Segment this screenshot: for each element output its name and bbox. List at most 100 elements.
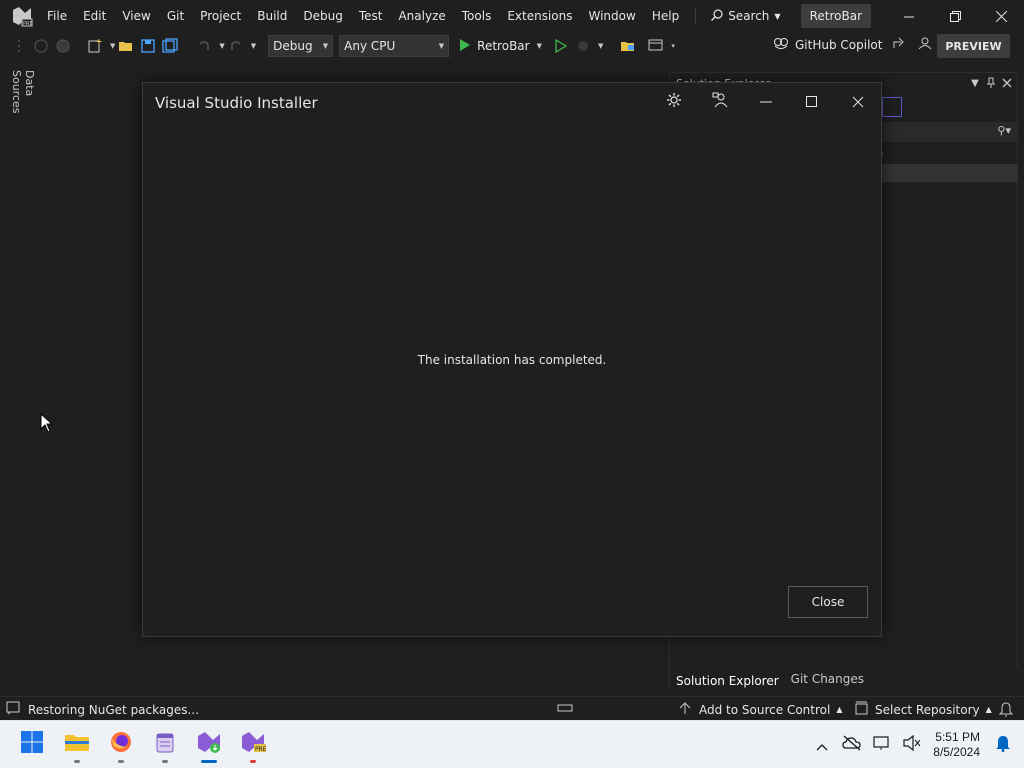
close-window-button[interactable] <box>978 0 1024 32</box>
firefox-taskbar-button[interactable] <box>107 729 135 763</box>
close-button[interactable]: Close <box>788 586 868 618</box>
open-folder-icon[interactable] <box>118 38 134 54</box>
chevron-down-icon[interactable]: ▼ <box>219 42 224 50</box>
preview-button[interactable]: PREVIEW <box>937 34 1010 58</box>
pin-icon[interactable] <box>983 75 999 91</box>
save-all-icon[interactable] <box>162 38 179 54</box>
github-copilot-button[interactable]: GitHub Copilot <box>773 36 932 53</box>
chevron-down-icon: ▼ <box>774 11 781 21</box>
configuration-dropdown[interactable]: Debug ▼ <box>268 35 334 57</box>
source-control-label: Add to Source Control <box>699 702 831 717</box>
standard-toolbar: ▼ ▼ ▼ Debug ▼ Any CPU ▼ RetroBar ▼ ▼ ▾ G… <box>0 32 1024 60</box>
settings-button[interactable] <box>651 87 697 117</box>
feedback-icon <box>712 92 728 112</box>
system-tray: 5:51 PM 8/5/2024 <box>807 721 1024 768</box>
show-hidden-icons-button[interactable] <box>809 732 835 758</box>
close-icon[interactable] <box>999 75 1015 91</box>
repository-icon <box>855 701 869 718</box>
menu-item-file[interactable]: File <box>39 0 75 32</box>
output-icon[interactable] <box>6 701 20 718</box>
browse-folder-icon[interactable] <box>620 38 636 54</box>
notepad-taskbar-button[interactable] <box>151 729 179 763</box>
restore-button[interactable] <box>932 0 978 32</box>
add-to-source-control-button[interactable]: Add to Source Control ▲ <box>679 701 842 718</box>
repository-label: Select Repository <box>875 702 980 717</box>
input-mode-icon[interactable] <box>557 702 573 717</box>
redo-icon[interactable] <box>228 38 244 54</box>
data-sources-label: Data Sources <box>10 70 36 114</box>
maximize-icon <box>806 93 818 112</box>
clock[interactable]: 5:51 PM 8/5/2024 <box>933 730 980 760</box>
solution-name-badge[interactable]: RetroBar <box>800 4 871 28</box>
chevron-down-icon[interactable]: ▼ <box>251 42 256 50</box>
menu-bar: PRE File Edit View Git Project Build Debug Test… <box>0 0 1024 32</box>
save-icon[interactable] <box>140 38 156 54</box>
hot-reload-icon[interactable] <box>575 38 591 54</box>
volume-tray-button[interactable] <box>899 732 925 758</box>
svg-text:PRE: PRE <box>255 746 266 753</box>
share-icon[interactable] <box>892 36 906 53</box>
dialog-minimize-button[interactable] <box>743 87 789 117</box>
feedback-button[interactable] <box>697 87 743 117</box>
menu-item-edit[interactable]: Edit <box>75 0 114 32</box>
file-explorer-taskbar-button[interactable] <box>63 729 91 763</box>
menu-item-help[interactable]: Help <box>644 0 687 32</box>
windows-taskbar: PRE 5:51 PM 8/5/2024 <box>0 720 1024 768</box>
menu-item-project[interactable]: Project <box>192 0 249 32</box>
search-button[interactable]: Search ▼ <box>704 8 786 25</box>
select-repository-button[interactable]: Select Repository ▲ <box>855 701 992 718</box>
notifications-bell-icon[interactable] <box>998 701 1014 720</box>
visual-studio-installer-taskbar-button[interactable] <box>195 729 223 763</box>
clock-date: 8/5/2024 <box>933 745 980 759</box>
menu-item-build[interactable]: Build <box>249 0 295 32</box>
dialog-close-x-button[interactable] <box>835 87 881 117</box>
start-debugging-button[interactable]: RetroBar ▼ <box>459 38 542 55</box>
start-without-debugging-icon[interactable] <box>553 38 569 54</box>
menu-item-git[interactable]: Git <box>159 0 192 32</box>
notifications-button[interactable] <box>990 732 1016 758</box>
layout-icon[interactable] <box>648 38 664 54</box>
menu-item-debug[interactable]: Debug <box>295 0 350 32</box>
chevron-down-icon: ▼ <box>438 42 445 50</box>
chevron-down-icon[interactable]: ▼ <box>598 42 603 50</box>
menu-item-extensions[interactable]: Extensions <box>499 0 580 32</box>
tree-item-selected[interactable] <box>882 164 1017 182</box>
menu-items: File Edit View Git Project Build Debug Test Anal… <box>39 0 687 32</box>
navigate-back-icon[interactable] <box>33 38 49 54</box>
running-indicator <box>74 760 80 763</box>
platform-dropdown[interactable]: Any CPU ▼ <box>339 35 450 57</box>
tab-git-changes[interactable]: Git Changes <box>785 668 870 690</box>
menu-item-test[interactable]: Test <box>351 0 391 32</box>
start-button[interactable] <box>18 729 46 759</box>
chevron-down-icon[interactable]: ▼ <box>967 75 983 91</box>
menu-item-window[interactable]: Window <box>581 0 644 32</box>
windows-start-icon <box>20 730 44 758</box>
data-sources-tab[interactable]: Data Sources <box>6 70 36 140</box>
completion-message: The installation has completed. <box>417 353 607 367</box>
chevron-down-icon[interactable]: ▾ <box>671 42 675 50</box>
filter-icon[interactable] <box>882 97 902 117</box>
dialog-maximize-button[interactable] <box>789 87 835 117</box>
tab-solution-explorer[interactable]: Solution Explorer <box>670 668 785 690</box>
feedback-icon[interactable] <box>916 36 932 53</box>
onedrive-tray-button[interactable] <box>839 732 865 758</box>
menu-item-view[interactable]: View <box>114 0 158 32</box>
active-indicator <box>201 760 217 763</box>
restore-icon <box>949 7 961 26</box>
chevron-down-icon[interactable]: ▼ <box>110 42 115 50</box>
solution-search-input[interactable]: ⚲▾ <box>882 122 1017 142</box>
navigate-forward-icon[interactable] <box>55 38 71 54</box>
play-icon <box>459 38 471 55</box>
vs-installer-icon <box>196 730 222 758</box>
visual-studio-icon: PRE <box>11 5 33 27</box>
menu-item-tools[interactable]: Tools <box>454 0 500 32</box>
network-tray-button[interactable] <box>869 732 895 758</box>
menu-item-analyze[interactable]: Analyze <box>390 0 453 32</box>
visual-studio-preview-taskbar-button[interactable]: PRE <box>239 729 267 763</box>
clock-time: 5:51 PM <box>935 730 980 744</box>
menu-separator <box>695 7 697 25</box>
new-project-icon[interactable] <box>87 38 103 54</box>
minimize-button[interactable] <box>886 0 932 32</box>
search-label: Search <box>728 9 770 23</box>
undo-icon[interactable] <box>196 38 212 54</box>
